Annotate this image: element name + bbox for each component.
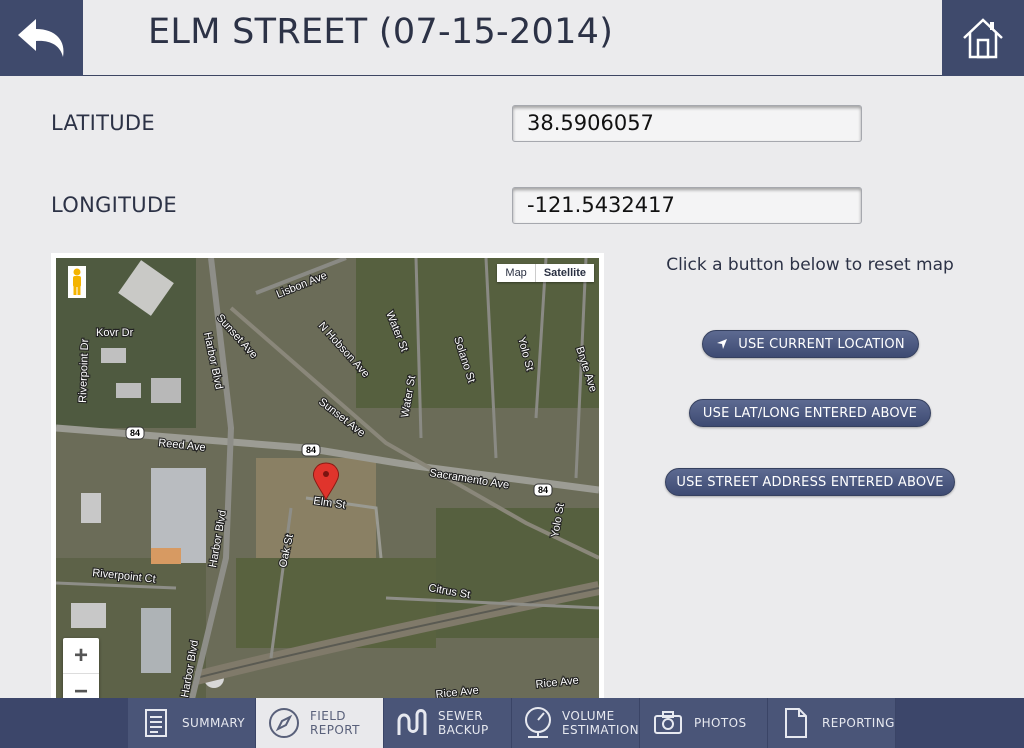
zoom-control: + −: [63, 638, 99, 703]
tab-summary-label: SUMMARY: [182, 716, 246, 730]
page-title: ELM STREET (07-15-2014): [148, 12, 614, 52]
latitude-label: LATITUDE: [51, 111, 155, 135]
latitude-input[interactable]: 38.5906057: [512, 105, 862, 142]
street-label: Kovr Dr: [96, 327, 134, 339]
highway-shield: 84: [130, 428, 140, 438]
map-view[interactable]: Lisbon Ave Sunset Ave Sunset Ave N Hobso…: [56, 258, 599, 703]
street-label: Riverpoint Dr: [77, 338, 91, 403]
location-arrow-icon: [716, 338, 728, 350]
tab-volume-label-2: ESTIMATION: [562, 723, 639, 737]
camera-icon: [648, 711, 688, 735]
map-type-control: Map Satellite: [497, 264, 594, 282]
gauge-icon: [520, 706, 556, 740]
satellite-map: Lisbon Ave Sunset Ave Sunset Ave N Hobso…: [56, 258, 599, 703]
zoom-in-button[interactable]: +: [63, 638, 99, 674]
map-frame: Lisbon Ave Sunset Ave Sunset Ave N Hobso…: [51, 253, 604, 703]
tab-sewer-label-1: SEWER: [438, 709, 483, 723]
tab-sewer-label-2: BACKUP: [438, 723, 489, 737]
tab-volume-label-1: VOLUME: [562, 709, 615, 723]
map-type-map-button[interactable]: Map: [497, 264, 534, 282]
tab-volume-estimation[interactable]: VOLUME ESTIMATION: [512, 698, 640, 748]
use-lat-long-label: USE LAT/LONG ENTERED ABOVE: [702, 405, 918, 421]
tab-photos-label: PHOTOS: [694, 716, 747, 730]
bottom-tab-bar: SUMMARY FIELD REPORT SEWER BACKUP VOLUME…: [0, 698, 1024, 748]
highway-shield: 84: [538, 485, 548, 495]
highway-shield: 84: [306, 445, 316, 455]
pipe-icon: [392, 707, 432, 739]
tab-reporting-label: REPORTING: [822, 716, 895, 730]
tab-field-report-label-2: REPORT: [310, 723, 360, 737]
home-icon: [963, 18, 1003, 59]
tab-reporting[interactable]: REPORTING: [768, 698, 896, 748]
back-button[interactable]: [0, 0, 83, 76]
header: ELM STREET (07-15-2014): [0, 0, 1024, 76]
use-current-location-label: USE CURRENT LOCATION: [738, 336, 905, 352]
tab-photos[interactable]: PHOTOS: [640, 698, 768, 748]
use-current-location-button[interactable]: USE CURRENT LOCATION: [702, 330, 919, 358]
tab-field-report-label-1: FIELD: [310, 709, 346, 723]
tab-field-report[interactable]: FIELD REPORT: [256, 698, 384, 748]
use-lat-long-button[interactable]: USE LAT/LONG ENTERED ABOVE: [689, 399, 931, 427]
tab-summary[interactable]: SUMMARY: [128, 698, 256, 748]
tab-sewer-backup[interactable]: SEWER BACKUP: [384, 698, 512, 748]
use-street-address-button[interactable]: USE STREET ADDRESS ENTERED ABOVE: [665, 468, 955, 496]
document-icon: [776, 707, 816, 739]
back-arrow-icon: [17, 19, 64, 57]
longitude-input[interactable]: -121.5432417: [512, 187, 862, 224]
clipboard-icon: [136, 708, 176, 738]
compass-icon: [264, 707, 304, 739]
longitude-label: LONGITUDE: [51, 193, 177, 217]
reset-map-hint: Click a button below to reset map: [666, 255, 954, 275]
street-view-pegman-icon[interactable]: [68, 266, 86, 298]
use-street-address-label: USE STREET ADDRESS ENTERED ABOVE: [676, 474, 944, 490]
map-type-satellite-button[interactable]: Satellite: [534, 264, 594, 282]
home-button[interactable]: [942, 0, 1024, 76]
